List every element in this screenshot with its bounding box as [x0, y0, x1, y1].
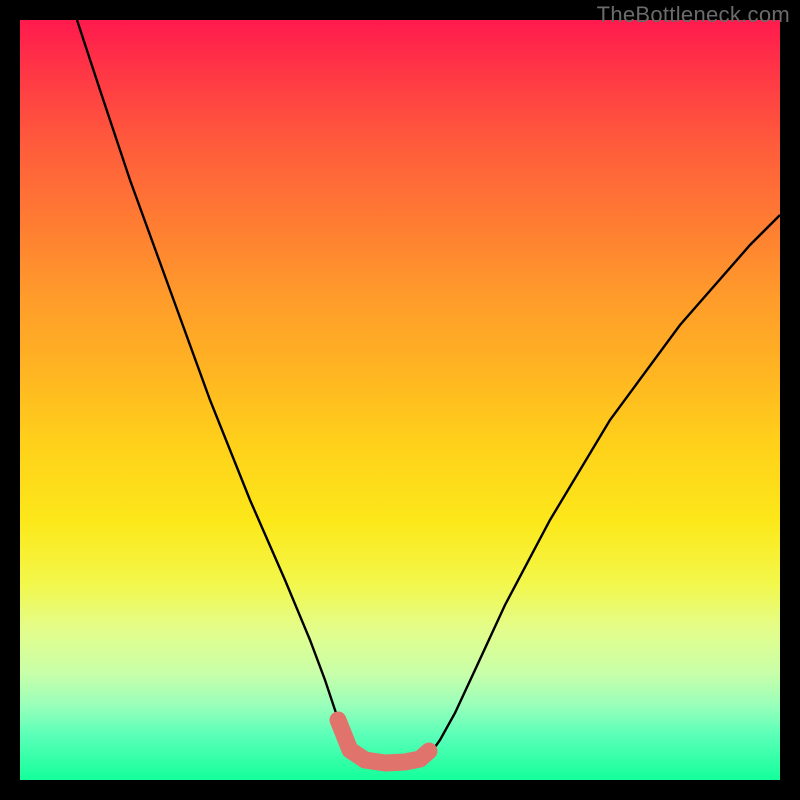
chart-frame: TheBottleneck.com [0, 0, 800, 800]
watermark-text: TheBottleneck.com [597, 2, 790, 28]
curve-highlight [338, 720, 429, 763]
bottleneck-curve [20, 20, 780, 780]
curve-path [77, 20, 780, 763]
plot-area [20, 20, 780, 780]
